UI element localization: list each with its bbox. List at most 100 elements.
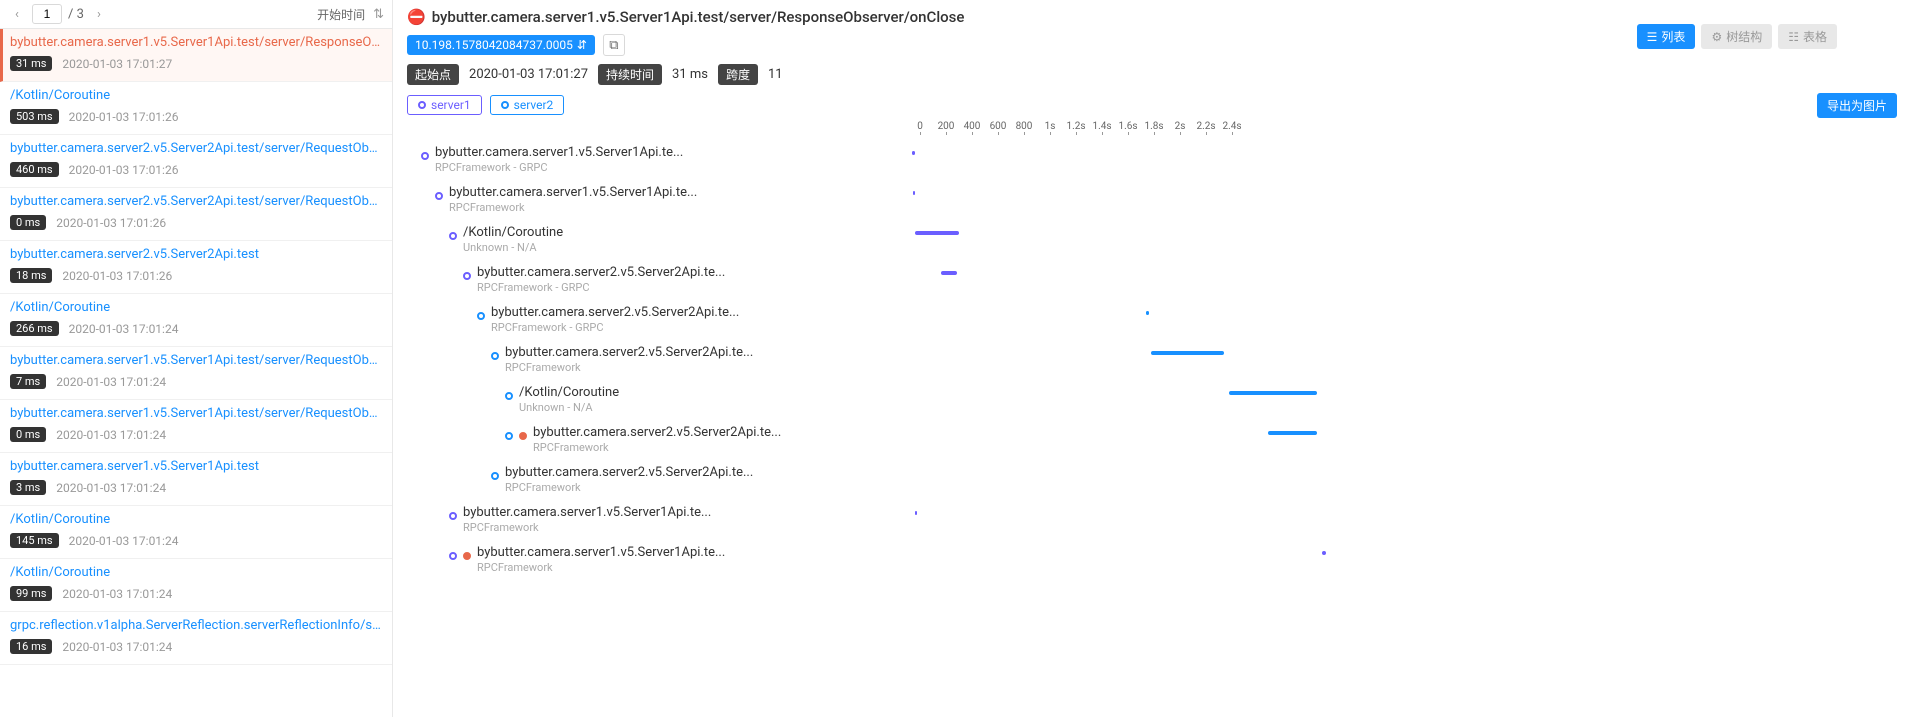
span-bar xyxy=(915,231,959,235)
span-name: bybutter.camera.server2.v5.Server2Api.te… xyxy=(505,465,753,480)
trace-item-duration: 503 ms xyxy=(10,109,59,124)
chevron-updown-icon: ⇵ xyxy=(577,38,587,52)
trace-item-name: bybutter.camera.server2.v5.Server2Api.te… xyxy=(10,247,382,262)
trace-item[interactable]: /Kotlin/Coroutine 503 ms 2020-01-03 17:0… xyxy=(0,82,392,135)
trace-item[interactable]: bybutter.camera.server1.v5.Server1Api.te… xyxy=(0,400,392,453)
trace-item[interactable]: /Kotlin/Coroutine 99 ms 2020-01-03 17:01… xyxy=(0,559,392,612)
legend-server1[interactable]: server1 xyxy=(407,95,482,115)
trace-item[interactable]: bybutter.camera.server1.v5.Server1Api.te… xyxy=(0,347,392,400)
trace-item-timestamp: 2020-01-03 17:01:26 xyxy=(62,269,172,283)
trace-item-timestamp: 2020-01-03 17:01:27 xyxy=(62,57,172,71)
time-tick: 400 xyxy=(959,121,985,132)
span-subtitle: Unknown - N/A xyxy=(519,401,619,414)
ip-select[interactable]: 10.198.1578042084737.0005 ⇵ xyxy=(407,35,595,55)
next-page-button[interactable]: › xyxy=(90,5,108,23)
span-dot xyxy=(449,232,457,240)
trace-item-timestamp: 2020-01-03 17:01:24 xyxy=(56,375,166,389)
span-row[interactable]: bybutter.camera.server2.v5.Server2Api.te… xyxy=(407,425,1897,465)
error-icon: ⛔ xyxy=(407,8,426,26)
span-bar xyxy=(913,191,915,195)
span-name: bybutter.camera.server2.v5.Server2Api.te… xyxy=(491,305,739,320)
trace-title: bybutter.camera.server1.v5.Server1Api.te… xyxy=(432,8,965,26)
trace-item[interactable]: /Kotlin/Coroutine 266 ms 2020-01-03 17:0… xyxy=(0,294,392,347)
time-tick: 2.2s xyxy=(1193,121,1219,132)
span-row[interactable]: bybutter.camera.server2.v5.Server2Api.te… xyxy=(407,465,1897,505)
span-bar xyxy=(1229,391,1317,395)
span-dot xyxy=(491,472,499,480)
copy-button[interactable]: ⧉ xyxy=(603,34,625,56)
trace-item-name: grpc.reflection.v1alpha.ServerReflection… xyxy=(10,618,382,633)
span-subtitle: Unknown - N/A xyxy=(463,241,563,254)
time-tick: 600 xyxy=(985,121,1011,132)
trace-item-name: /Kotlin/Coroutine xyxy=(10,300,382,315)
sort-label[interactable]: 开始时间 xyxy=(317,6,365,23)
span-bar xyxy=(1322,551,1326,555)
trace-item[interactable]: bybutter.camera.server1.v5.Server1Api.te… xyxy=(0,29,392,82)
page-input[interactable] xyxy=(32,4,62,24)
span-row[interactable]: bybutter.camera.server2.v5.Server2Api.te… xyxy=(407,305,1897,345)
trace-item[interactable]: bybutter.camera.server2.v5.Server2Api.te… xyxy=(0,135,392,188)
span-row[interactable]: /Kotlin/Coroutine Unknown - N/A xyxy=(407,385,1897,425)
span-error-dot xyxy=(519,432,527,440)
span-name: bybutter.camera.server2.v5.Server2Api.te… xyxy=(533,425,781,440)
span-dot xyxy=(505,392,513,400)
trace-item-name: bybutter.camera.server2.v5.Server2Api.te… xyxy=(10,194,382,209)
start-value: 2020-01-03 17:01:27 xyxy=(469,67,588,82)
trace-item-duration: 99 ms xyxy=(10,586,52,601)
trace-item[interactable]: grpc.reflection.v1alpha.ServerReflection… xyxy=(0,612,392,665)
export-image-button[interactable]: 导出为图片 xyxy=(1817,93,1897,118)
time-tick: 1.8s xyxy=(1141,121,1167,132)
view-list-button[interactable]: ☰ 列表 xyxy=(1637,24,1696,49)
trace-item-name: bybutter.camera.server2.v5.Server2Api.te… xyxy=(10,141,382,156)
span-bar xyxy=(1151,351,1224,355)
trace-item-duration: 31 ms xyxy=(10,56,52,71)
span-rows: bybutter.camera.server1.v5.Server1Api.te… xyxy=(407,145,1897,585)
trace-item-duration: 16 ms xyxy=(10,639,52,654)
start-label: 起始点 xyxy=(407,64,459,85)
trace-item[interactable]: /Kotlin/Coroutine 145 ms 2020-01-03 17:0… xyxy=(0,506,392,559)
span-subtitle: RPCFramework - GRPC xyxy=(491,321,739,334)
span-name: bybutter.camera.server1.v5.Server1Api.te… xyxy=(463,505,711,520)
trace-item-name: bybutter.camera.server1.v5.Server1Api.te… xyxy=(10,406,382,421)
time-tick: 2s xyxy=(1167,121,1193,132)
page-total: / 3 xyxy=(68,7,84,22)
trace-item-timestamp: 2020-01-03 17:01:26 xyxy=(69,110,179,124)
sort-icon[interactable]: ⇅ xyxy=(373,7,384,22)
span-subtitle: RPCFramework xyxy=(463,521,711,534)
span-bar xyxy=(912,151,915,155)
span-name: /Kotlin/Coroutine xyxy=(519,385,619,400)
view-table-button[interactable]: ☷ 表格 xyxy=(1778,24,1837,49)
time-tick: 2.4s xyxy=(1219,121,1245,132)
span-row[interactable]: bybutter.camera.server2.v5.Server2Api.te… xyxy=(407,265,1897,305)
legend-row: server1 server2 导出为图片 xyxy=(407,95,1897,115)
trace-item-duration: 460 ms xyxy=(10,162,59,177)
span-row[interactable]: bybutter.camera.server1.v5.Server1Api.te… xyxy=(407,185,1897,225)
trace-item-duration: 0 ms xyxy=(10,427,46,442)
span-bar xyxy=(1146,311,1149,315)
time-tick: 800 xyxy=(1011,121,1037,132)
time-tick: 1.2s xyxy=(1063,121,1089,132)
span-subtitle: RPCFramework xyxy=(477,561,725,574)
trace-item-timestamp: 2020-01-03 17:01:26 xyxy=(69,163,179,177)
span-name: bybutter.camera.server2.v5.Server2Api.te… xyxy=(505,345,753,360)
view-tree-button[interactable]: ⚙ 树结构 xyxy=(1701,24,1772,49)
span-dot xyxy=(421,152,429,160)
trace-item[interactable]: bybutter.camera.server2.v5.Server2Api.te… xyxy=(0,188,392,241)
trace-item[interactable]: bybutter.camera.server2.v5.Server2Api.te… xyxy=(0,241,392,294)
trace-item-timestamp: 2020-01-03 17:01:24 xyxy=(62,587,172,601)
span-row[interactable]: bybutter.camera.server2.v5.Server2Api.te… xyxy=(407,345,1897,385)
span-row[interactable]: bybutter.camera.server1.v5.Server1Api.te… xyxy=(407,545,1897,585)
trace-item[interactable]: bybutter.camera.server1.v5.Server1Api.te… xyxy=(0,453,392,506)
span-dot xyxy=(491,352,499,360)
span-row[interactable]: /Kotlin/Coroutine Unknown - N/A xyxy=(407,225,1897,265)
span-dot xyxy=(449,552,457,560)
trace-item-name: bybutter.camera.server1.v5.Server1Api.te… xyxy=(10,353,382,368)
span-subtitle: RPCFramework xyxy=(505,481,753,494)
legend-server2[interactable]: server2 xyxy=(490,95,565,115)
span-row[interactable]: bybutter.camera.server1.v5.Server1Api.te… xyxy=(407,145,1897,185)
prev-page-button[interactable]: ‹ xyxy=(8,5,26,23)
trace-item-duration: 7 ms xyxy=(10,374,46,389)
span-row[interactable]: bybutter.camera.server1.v5.Server1Api.te… xyxy=(407,505,1897,545)
span-subtitle: RPCFramework xyxy=(449,201,697,214)
time-tick: 1.4s xyxy=(1089,121,1115,132)
